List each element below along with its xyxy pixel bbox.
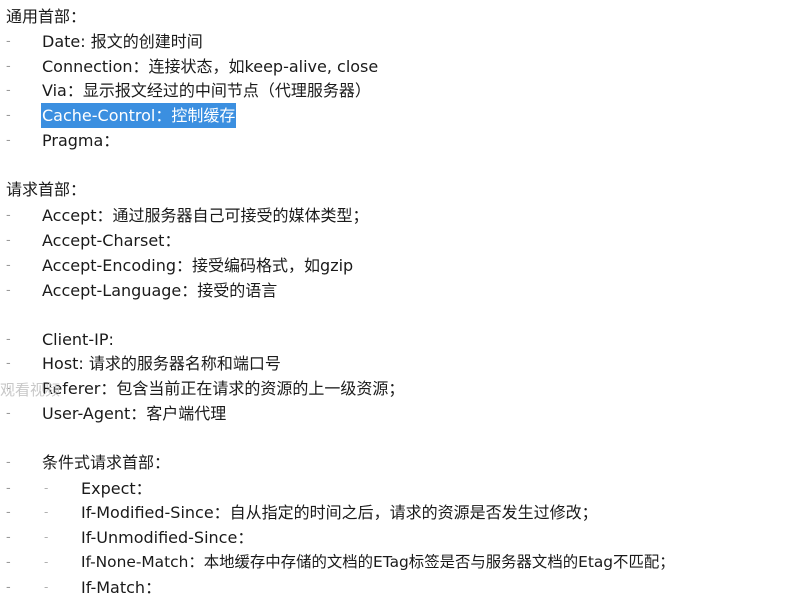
sub-bullet: - (44, 505, 49, 519)
list-item: - Accept-Charset： (0, 228, 791, 253)
bullet: - (6, 83, 11, 98)
bullet: - (6, 332, 11, 347)
selected-text[interactable]: Cache-Control：控制缓存 (41, 103, 237, 128)
list-item: - Referer：包含当前正在请求的资源的上一级资源； (0, 376, 791, 401)
list-item-text: User-Agent：客户端代理 (42, 404, 227, 423)
list-item-text: If-None-Match：本地缓存中存储的文档的ETag标签是否与服务器文档的… (81, 553, 675, 571)
sub-bullet: - (44, 580, 49, 594)
general-headers-title: 通用首部： (6, 7, 87, 26)
sub-bullet: - (44, 481, 49, 495)
conditional-headers-heading: - 条件式请求首部： (0, 450, 791, 475)
list-item-text: Date: 报文的创建时间 (42, 32, 203, 51)
bullet: - (6, 59, 11, 74)
list-item: - Connection：连接状态，如keep-alive, close (0, 54, 791, 79)
list-item-text: If-Unmodified-Since： (81, 528, 254, 547)
list-item: - Accept-Language：接受的语言 (0, 278, 791, 303)
list-item: - Via：显示报文经过的中间节点（代理服务器） (0, 78, 791, 103)
document: 通用首部： - Date: 报文的创建时间 - Connection：连接状态，… (0, 0, 791, 610)
bullet: - (6, 455, 11, 470)
list-item-text: If-Match： (81, 578, 162, 597)
list-item-text: Pragma： (42, 131, 120, 150)
list-item: - Date: 报文的创建时间 (0, 29, 791, 54)
bullet: - (6, 283, 11, 298)
bullet: - (6, 481, 11, 496)
list-item-text: Connection：连接状态，如keep-alive, close (42, 57, 379, 76)
bullet: - (6, 580, 11, 595)
list-item-text: Host: 请求的服务器名称和端口号 (42, 354, 281, 373)
sub-bullet: - (44, 530, 49, 544)
bullet: - (6, 233, 11, 248)
list-item: - Client-IP: (0, 327, 791, 352)
bullet: - (6, 505, 11, 520)
list-item-text: Accept：通过服务器自己可接受的媒体类型； (42, 206, 369, 225)
bullet: - (6, 208, 11, 223)
bullet: - (6, 133, 11, 148)
bullet: - (6, 108, 11, 123)
list-item: - - If-None-Match：本地缓存中存储的文档的ETag标签是否与服务… (0, 550, 791, 575)
bullet: - (6, 258, 11, 273)
list-item: - Accept：通过服务器自己可接受的媒体类型； (0, 203, 791, 228)
list-item: - Host: 请求的服务器名称和端口号 (0, 351, 791, 376)
list-item-text: Expect： (81, 479, 152, 498)
list-item-selected[interactable]: - Cache-Control：控制缓存 (0, 103, 791, 128)
list-item-text: Accept-Charset： (42, 231, 181, 250)
list-item: - User-Agent：客户端代理 (0, 401, 791, 426)
watermark-overlay: 观看视频 (0, 381, 61, 399)
list-item-text: If-Modified-Since：自从指定的时间之后，请求的资源是否发生过修改… (81, 503, 598, 522)
list-item-text: Client-IP: (42, 330, 114, 349)
list-item-text: Accept-Encoding：接受编码格式，如gzip (42, 256, 354, 275)
bullet: - (6, 356, 11, 371)
list-item: - - If-Modified-Since：自从指定的时间之后，请求的资源是否发… (0, 500, 791, 525)
list-item: - - Expect： (0, 476, 791, 501)
bullet: - (6, 406, 11, 421)
list-item: - - If-Unmodified-Since： (0, 525, 791, 550)
bullet: - (6, 34, 11, 49)
bullet: - (6, 530, 11, 545)
list-item: - Pragma： (0, 128, 791, 153)
request-headers-title: 请求首部： (6, 180, 87, 199)
conditional-headers-title: 条件式请求首部： (42, 453, 171, 472)
list-item: - Accept-Encoding：接受编码格式，如gzip (0, 253, 791, 278)
sub-bullet: - (44, 555, 49, 569)
list-item-text: Accept-Language：接受的语言 (42, 281, 278, 300)
bullet: - (6, 555, 11, 570)
list-item-text: Via：显示报文经过的中间节点（代理服务器） (42, 81, 371, 100)
list-item-text: Referer：包含当前正在请求的资源的上一级资源； (42, 379, 405, 398)
list-item: - - If-Match： (0, 575, 791, 600)
